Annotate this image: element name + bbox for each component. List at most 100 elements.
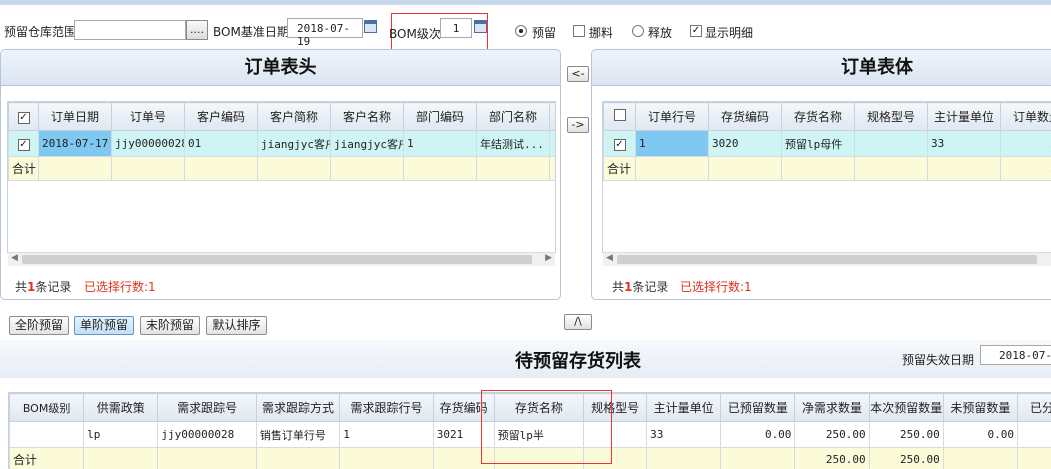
select-all-cell[interactable] [603, 102, 636, 131]
calendar-icon[interactable] [474, 20, 487, 33]
row-checkbox[interactable]: ✓ [603, 130, 636, 157]
warehouse-browse-button[interactable]: .... [186, 20, 208, 40]
single-level-reserve-button[interactable]: 单阶预留 [74, 316, 134, 335]
col-header[interactable]: 已预留数量 [720, 393, 796, 422]
order-body-grid: 订单行号 存货编码 存货名称 规格型号 主计量单位 订单数量 ✓ 1 3020 … [602, 101, 1051, 253]
col-header[interactable]: BOM级别 [9, 393, 85, 422]
table-cell[interactable] [854, 130, 928, 157]
sum-label: 合计 [9, 447, 85, 469]
table-cell[interactable]: jjy00000028 [111, 130, 185, 157]
show-detail-label: 显示明细 [705, 26, 754, 40]
col-header[interactable]: 需求跟踪方式 [255, 393, 341, 422]
select-all-cell[interactable]: ✓ [8, 102, 39, 131]
table-cell[interactable]: 1 [403, 130, 477, 157]
table-cell[interactable]: jiangjyc客户 [257, 130, 331, 157]
release-radio[interactable] [632, 25, 644, 37]
expire-date-label: 预留失效日期 [902, 353, 975, 367]
col-header[interactable]: 本次预留数量 [868, 393, 944, 422]
col-header[interactable]: 净需求数量 [794, 393, 870, 422]
move-checkbox[interactable] [573, 25, 585, 37]
table-cell[interactable]: 3020 [708, 130, 782, 157]
table-cell[interactable]: 1 [339, 421, 434, 448]
default-sort-button[interactable]: 默认排序 [206, 316, 267, 335]
table-header-row: 订单行号 存货编码 存货名称 规格型号 主计量单位 订单数量 [603, 102, 1051, 131]
col-header[interactable]: 存货名称 [781, 102, 855, 131]
col-header[interactable]: 部门编码 [403, 102, 477, 131]
table-cell[interactable]: 250.00 [794, 421, 870, 448]
col-header[interactable]: 需求跟踪行号 [339, 393, 434, 422]
table-cell[interactable]: 销售订单行号 [255, 421, 341, 448]
order-header-grid: ✓ 订单日期 订单号 客户编码 客户简称 客户名称 部门编码 部门名称 ✓ 20… [7, 101, 556, 253]
move-left-button[interactable]: <- [567, 66, 589, 82]
col-header[interactable]: 订单日期 [38, 102, 112, 131]
col-header[interactable]: 供需政策 [83, 393, 159, 422]
scroll-thumb[interactable] [22, 255, 532, 264]
table-cell[interactable] [1016, 421, 1051, 448]
table-cell[interactable]: 250 [1000, 130, 1051, 157]
table-cell[interactable]: 2018-07-17 [38, 130, 112, 157]
col-header[interactable]: 需求跟踪号 [157, 393, 257, 422]
order-body-title: 订单表体 [592, 50, 1051, 86]
table-cell[interactable]: 0.00 [942, 421, 1018, 448]
row-checkbox[interactable]: ✓ [8, 130, 39, 157]
col-header[interactable]: 主计量单位 [646, 393, 722, 422]
table-row[interactable]: ✓ 1 3020 预留lp母件 33 250 [603, 130, 1051, 157]
move-checkbox-label: 挪料 [589, 26, 614, 40]
horizontal-scrollbar[interactable]: ◀ [603, 252, 1051, 266]
col-header[interactable]: 客户名称 [330, 102, 404, 131]
calendar-icon[interactable] [364, 20, 377, 33]
table-cell[interactable]: lp [83, 421, 159, 448]
table-cell[interactable]: 33 [646, 421, 722, 448]
sum-row: 合计 [8, 156, 555, 181]
table-cell[interactable]: jjy00000028 [157, 421, 257, 448]
scroll-thumb[interactable] [617, 255, 1037, 264]
table-cell[interactable]: 250.00 [868, 421, 944, 448]
table-row[interactable]: ✓ 2018-07-17 jjy00000028 01 jiangjyc客户 j… [8, 130, 555, 157]
bom-date-input[interactable]: 2018-07-19 [287, 18, 363, 48]
col-header[interactable]: 主计量单位 [927, 102, 1001, 131]
col-header[interactable]: 已分配 [1016, 393, 1051, 422]
expire-date-input[interactable]: 2018-07-1 [980, 345, 1051, 365]
horizontal-scrollbar[interactable]: ◀ ▶ [8, 252, 555, 266]
col-header[interactable]: 客户简称 [257, 102, 331, 131]
full-level-reserve-button[interactable]: 全阶预留 [9, 316, 69, 335]
bom-level-input[interactable]: 1 [440, 18, 472, 38]
selected-count: 已选择行数:1 [680, 280, 752, 294]
move-right-button[interactable]: -> [567, 117, 589, 133]
table-cell[interactable]: 01 [184, 130, 258, 157]
release-radio-label: 释放 [648, 26, 673, 40]
highlight-box-item-name [481, 390, 612, 464]
selected-count: 已选择行数:1 [84, 280, 156, 294]
col-header[interactable]: 订单号 [111, 102, 185, 131]
bom-date-label: BOM基准日期 [213, 25, 289, 39]
order-body-panel: 订单表体 订单行号 存货编码 存货名称 规格型号 主计量单位 订单数量 ✓ 1 … [591, 49, 1051, 300]
table-cell[interactable]: jiangjyc客户 [330, 130, 404, 157]
col-header[interactable]: 存货编码 [708, 102, 782, 131]
record-count: 共1条记录 [15, 280, 72, 294]
show-detail-checkbox[interactable]: ✓ [690, 25, 702, 37]
bom-level-label: BOM级次 [389, 27, 441, 41]
order-header-panel: 订单表头 ✓ 订单日期 订单号 客户编码 客户简称 客户名称 部门编码 部门名称… [0, 49, 561, 300]
table-cell[interactable]: 1 [635, 130, 709, 157]
table-cell[interactable]: 预留lp母件 [781, 130, 855, 157]
col-header[interactable]: 未预留数量 [942, 393, 1018, 422]
table-cell[interactable]: 年结测试... [476, 130, 550, 157]
warehouse-label: 预留仓库范围 [4, 25, 77, 39]
col-header[interactable]: 规格型号 [854, 102, 928, 131]
collapse-up-button[interactable]: /\ [564, 314, 592, 330]
sum-net-qty: 250.00 [794, 447, 870, 469]
table-cell[interactable]: 0.00 [720, 421, 796, 448]
sum-this-qty: 250.00 [868, 447, 944, 469]
reserve-radio[interactable] [515, 25, 527, 37]
col-header[interactable]: 部门名称 [476, 102, 550, 131]
col-header[interactable]: 客户编码 [184, 102, 258, 131]
col-header[interactable]: 订单数量 [1000, 102, 1051, 131]
warehouse-input[interactable] [74, 20, 186, 40]
record-count: 共1条记录 [612, 280, 669, 294]
table-cell[interactable]: 33 [927, 130, 1001, 157]
table-cell[interactable] [9, 421, 85, 448]
pending-title: 待预留存货列表 [515, 351, 641, 372]
sum-label: 合计 [8, 156, 39, 181]
col-header[interactable]: 订单行号 [635, 102, 709, 131]
last-level-reserve-button[interactable]: 末阶预留 [140, 316, 200, 335]
